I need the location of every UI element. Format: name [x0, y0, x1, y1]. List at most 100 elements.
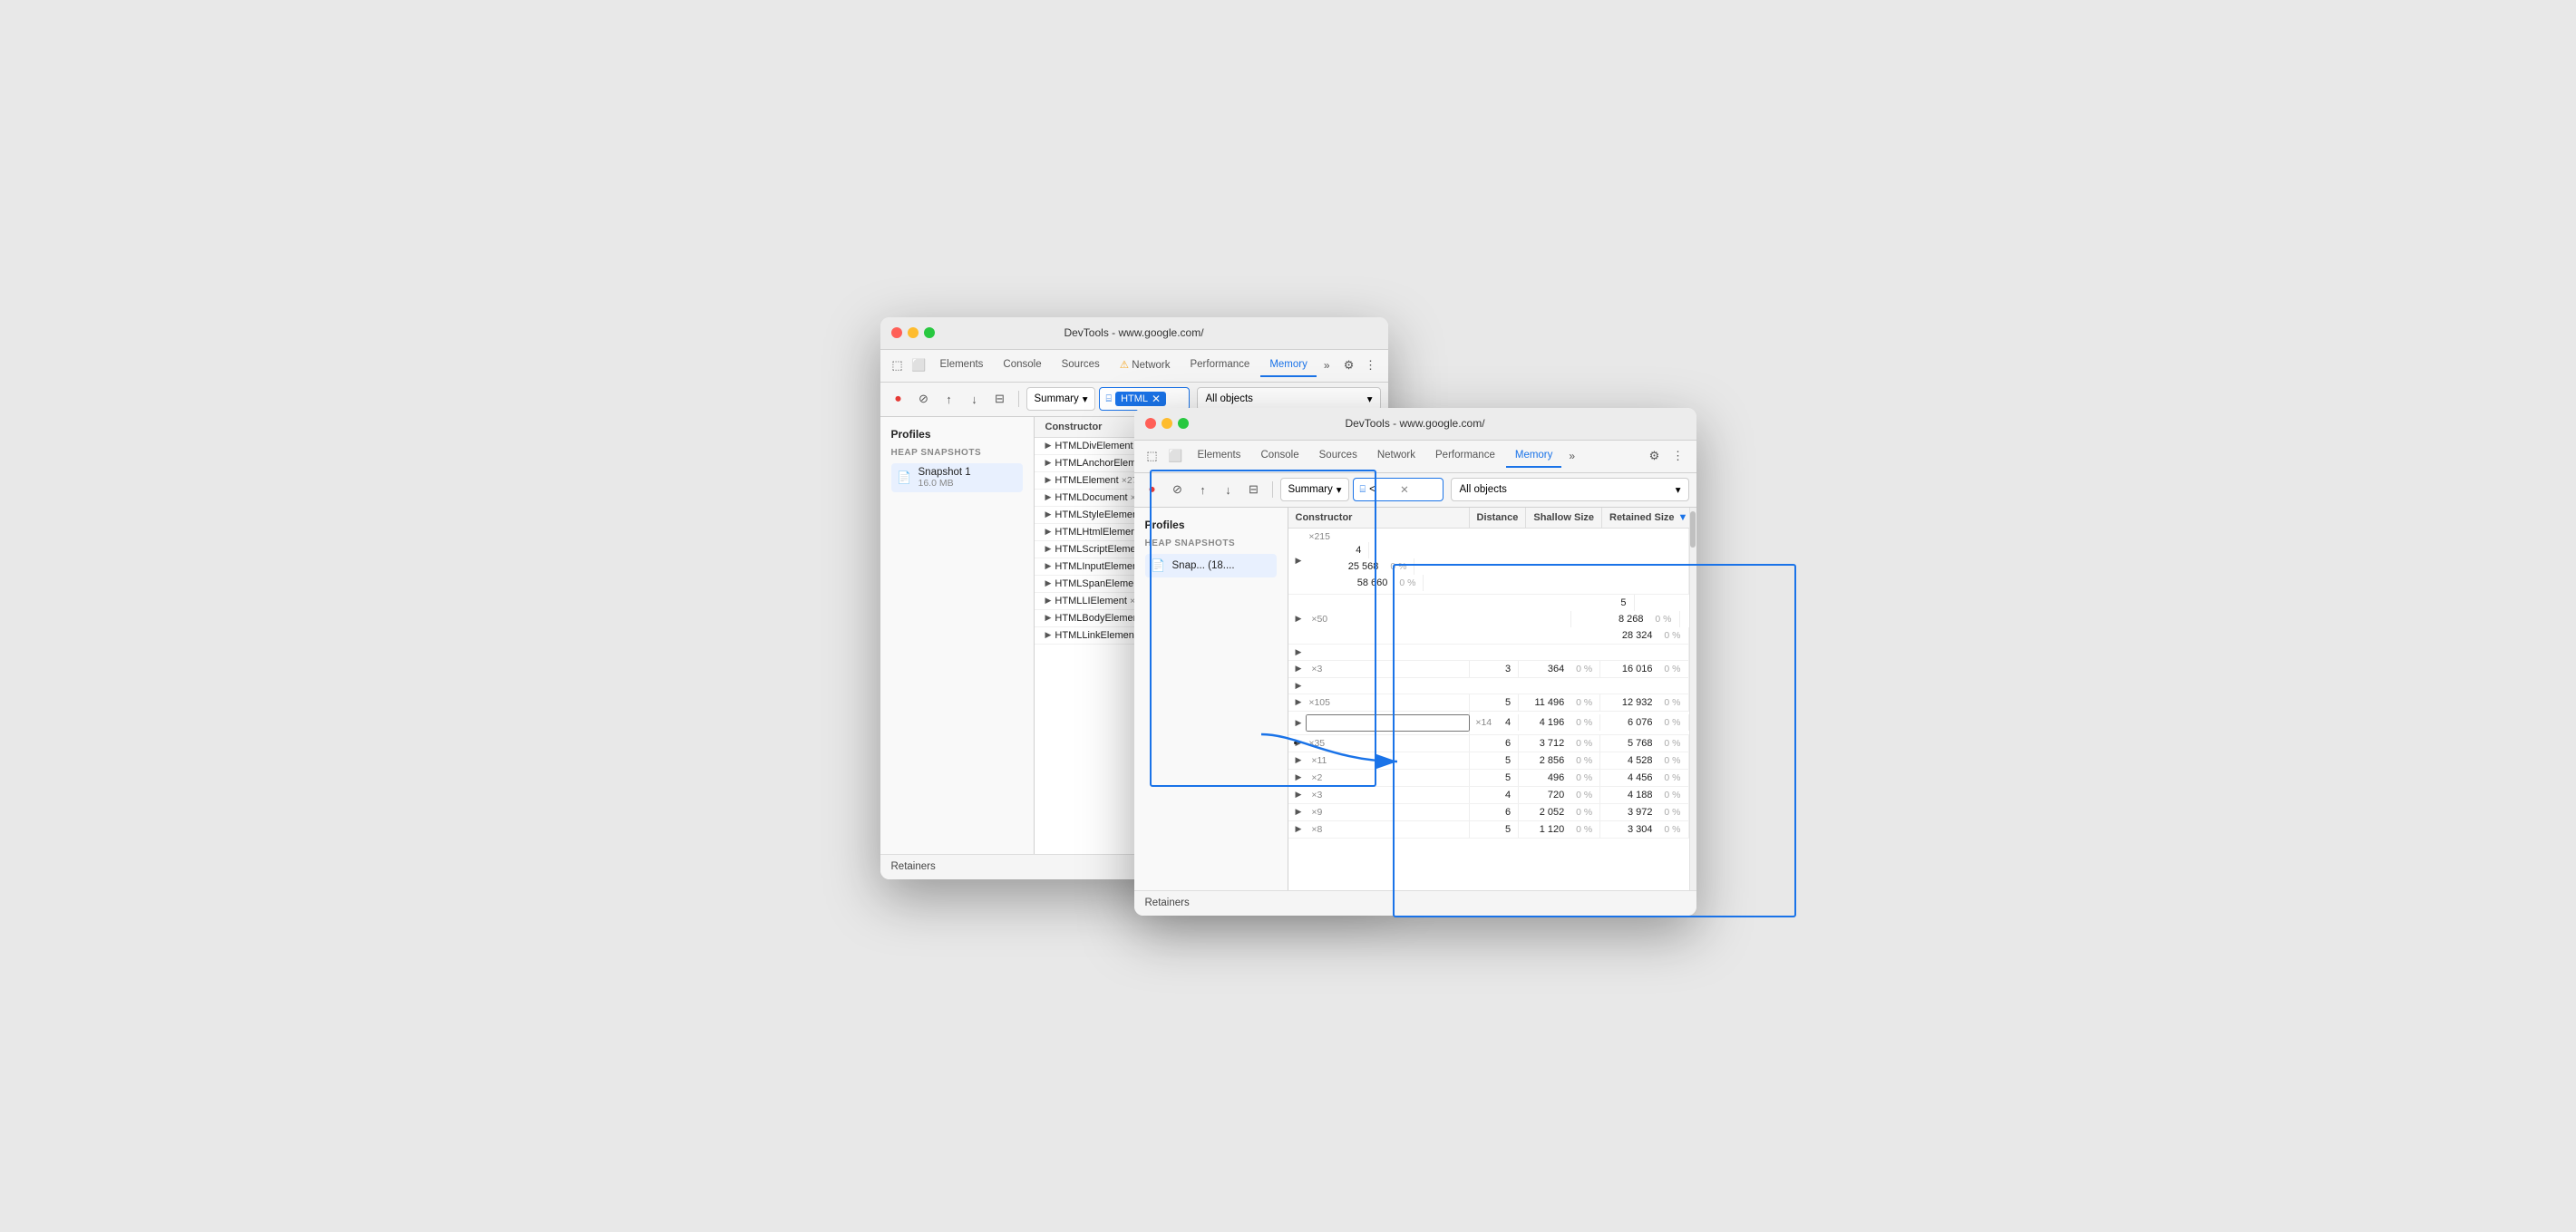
front-table-row[interactable]: ▶ ×14 4 4 196 0 % 6 076 0 %	[1288, 712, 1689, 735]
download-icon-back[interactable]: ↓	[964, 388, 986, 410]
close-button-front[interactable]	[1145, 418, 1156, 429]
front-table-row[interactable]: ▶ ×215 4 25 568 0 % 58 660 0 %	[1288, 529, 1689, 595]
tab-network-front[interactable]: Network	[1368, 444, 1424, 468]
front-table-row[interactable]: ▶ ×3 4 720 0 % 4 188 0 %	[1288, 787, 1689, 804]
retained-val: 4 456	[1628, 772, 1653, 783]
td-shallow: 720 0 %	[1519, 787, 1600, 803]
td-shallow: 3 712 0 %	[1519, 735, 1600, 752]
shallow-pct: 0 %	[1570, 738, 1592, 749]
maximize-button-back[interactable]	[924, 327, 935, 338]
front-table-row[interactable]: ▶ ×50 5 8 268 0 % 28 324 0 %	[1288, 595, 1689, 645]
inspect-icon-front[interactable]: ⬜	[1165, 445, 1187, 467]
tab-console-back[interactable]: Console	[994, 354, 1050, 377]
upload-icon-back[interactable]: ↑	[938, 388, 960, 410]
filter-input-front[interactable]	[1369, 484, 1396, 495]
tab-memory-back[interactable]: Memory	[1260, 354, 1317, 377]
minimize-button-back[interactable]	[908, 327, 919, 338]
summary-label-front: Summary	[1288, 484, 1333, 495]
td-constructor: ▶ ×3	[1288, 661, 1470, 677]
tab-performance-front[interactable]: Performance	[1426, 444, 1504, 468]
th-retained: Retained Size ▼	[1602, 508, 1689, 528]
filter-tag-html-back: HTML ✕	[1115, 392, 1166, 406]
minimize-button-front[interactable]	[1162, 418, 1172, 429]
objects-label-back: All objects	[1205, 393, 1252, 404]
settings-icon-front[interactable]: ⚙	[1644, 445, 1666, 467]
td-distance: 6	[1470, 804, 1520, 820]
shallow-val: 3 712	[1540, 738, 1565, 749]
tab-sources-front[interactable]: Sources	[1310, 444, 1366, 468]
td-shallow: 8 268 0 %	[1571, 611, 1680, 627]
snapshot-item-front[interactable]: 📄 Snap... (18....	[1145, 554, 1277, 577]
front-table-row[interactable]: ▶ ×2 5 496 0 % 4 456 0 %	[1288, 770, 1689, 787]
tab-more-front[interactable]: »	[1563, 446, 1580, 466]
cursor-icon-back[interactable]: ⬚	[888, 354, 908, 376]
download-icon-front[interactable]: ↓	[1218, 479, 1239, 500]
front-table-row[interactable]: ▶ </span> <span class="count-badge" data…	[1288, 645, 1689, 661]
retained-pct: 0 %	[1393, 577, 1415, 588]
front-table-header: Constructor Distance Shallow Size Retain…	[1288, 508, 1689, 529]
snapshot-icon-back: 📄	[897, 470, 913, 486]
filter-clear-front[interactable]: ✕	[1400, 483, 1409, 496]
distance-val: 4	[1505, 790, 1511, 800]
expand-arrow-icon: ▶	[1296, 614, 1302, 624]
td-constructor: ▶ ×9	[1288, 804, 1470, 820]
filter-tag-label-back: HTML	[1121, 393, 1148, 404]
expand-arrow-icon: ▶	[1296, 697, 1302, 707]
tab-console-front[interactable]: Console	[1251, 444, 1307, 468]
clear-icon-back[interactable]: ⊟	[989, 388, 1011, 410]
expand-arrow-icon: ▶	[1296, 807, 1302, 817]
tab-memory-front[interactable]: Memory	[1506, 444, 1562, 468]
tab-more-back[interactable]: »	[1318, 355, 1336, 375]
stop-icon-front[interactable]: ⊘	[1167, 479, 1189, 500]
front-table-area: Constructor Distance Shallow Size Retain…	[1288, 508, 1689, 890]
td-shallow: 2 856 0 %	[1519, 752, 1600, 769]
summary-dropdown-back[interactable]: Summary ▾	[1026, 387, 1096, 411]
settings-icon-back[interactable]: ⚙	[1339, 354, 1359, 376]
retained-pct: 0 %	[1658, 697, 1681, 708]
row-name: HTMLStyleElement	[1055, 509, 1141, 520]
front-table-row[interactable]: ▶ </span> <span class="count-badge" data…	[1288, 678, 1689, 694]
cursor-icon-front[interactable]: ⬚	[1142, 445, 1163, 467]
distance-val: 4	[1505, 717, 1511, 728]
td-shallow: 1 120 0 %	[1519, 821, 1600, 838]
sidebar-title-front: Profiles	[1145, 519, 1277, 531]
front-table-row[interactable]: ▶ ×105 5 11 496 0 % 12 932 0 %	[1288, 694, 1689, 712]
inspect-icon-back[interactable]: ⬜	[909, 354, 928, 376]
row-count: ×215	[1306, 531, 1330, 542]
maximize-button-front[interactable]	[1178, 418, 1189, 429]
tab-elements-back[interactable]: Elements	[930, 354, 992, 377]
stop-icon-back[interactable]: ⊘	[913, 388, 935, 410]
record-icon-front[interactable]: ⏺	[1142, 479, 1163, 500]
retained-val: 3 304	[1628, 824, 1653, 835]
toolbar-front: ⏺ ⊘ ↑ ↓ ⊟ Summary ▾ ⌸ ✕ All objects	[1134, 473, 1696, 508]
front-table-row[interactable]: ▶ ×35 6 3 712 0 % 5 768 0 %	[1288, 735, 1689, 752]
tab-performance-back[interactable]: Performance	[1181, 354, 1259, 377]
expand-arrow: ▶	[1045, 492, 1052, 502]
objects-dropdown-front[interactable]: All objects ▾	[1451, 478, 1688, 501]
front-table-row[interactable]: ▶ ×11 5 2 856 0 % 4 528 0 %	[1288, 752, 1689, 770]
more-icon-back[interactable]: ⋮	[1361, 354, 1381, 376]
td-distance: 5	[1470, 752, 1520, 769]
more-icon-front[interactable]: ⋮	[1667, 445, 1689, 467]
record-icon-back[interactable]: ⏺	[888, 388, 909, 410]
tab-network-back[interactable]: ⚠ Network	[1111, 353, 1180, 378]
expand-arrow: ▶	[1045, 630, 1052, 640]
scrollbar-front[interactable]	[1689, 508, 1696, 890]
row-name: HTMLBodyElement	[1055, 613, 1141, 624]
close-button-back[interactable]	[891, 327, 902, 338]
front-table-row[interactable]: ▶ ×3 3 364 0 % 16 016 0 %	[1288, 661, 1689, 678]
summary-dropdown-front[interactable]: Summary ▾	[1280, 478, 1350, 501]
td-retained: 16 016 0 %	[1600, 661, 1688, 677]
filter-tag-close-back[interactable]: ✕	[1152, 393, 1161, 405]
tab-sources-back[interactable]: Sources	[1053, 354, 1109, 377]
td-shallow: 25 568 0 %	[1306, 558, 1414, 575]
front-table-row[interactable]: ▶ ×9 6 2 052 0 % 3 972 0 %	[1288, 804, 1689, 821]
scrollbar-thumb-front[interactable]	[1690, 511, 1696, 548]
snapshot-item-back[interactable]: 📄 Snapshot 1 16.0 MB	[891, 463, 1023, 492]
row-count: ×3	[1308, 790, 1322, 800]
clear-icon-front[interactable]: ⊟	[1243, 479, 1265, 500]
filter-bar-front[interactable]: ⌸ ✕	[1353, 478, 1444, 501]
tab-elements-front[interactable]: Elements	[1189, 444, 1250, 468]
front-table-row[interactable]: ▶ ×8 5 1 120 0 % 3 304 0 %	[1288, 821, 1689, 839]
upload-icon-front[interactable]: ↑	[1192, 479, 1214, 500]
